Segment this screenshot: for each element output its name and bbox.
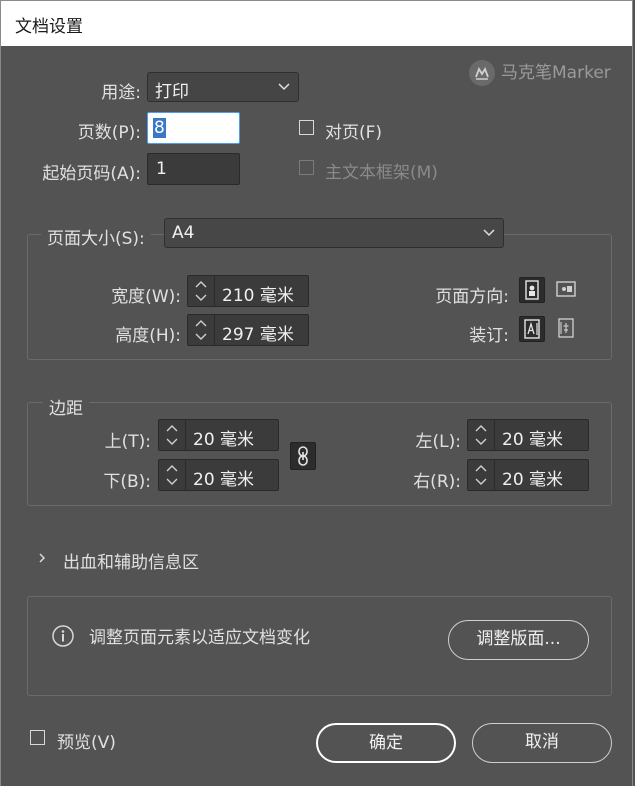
margin-top-label: 上(T):	[104, 432, 151, 452]
facing-pages-label: 对页(F)	[325, 123, 383, 143]
info-icon	[52, 625, 74, 647]
left-to-right-binding-icon	[524, 319, 540, 339]
margin-top-stepper[interactable]: 20 毫米	[158, 419, 279, 451]
height-stepper[interactable]: 297 毫米	[187, 314, 309, 346]
landscape-icon	[556, 281, 576, 297]
pages-input[interactable]: 8	[147, 112, 240, 144]
facing-pages-checkbox[interactable]	[299, 120, 314, 135]
start-page-input[interactable]: 1	[147, 153, 240, 185]
cancel-button[interactable]: 取消	[472, 723, 612, 763]
margin-right-value: 20 毫米	[502, 470, 564, 490]
binding-label: 装订:	[469, 326, 509, 346]
intent-label: 用途:	[101, 83, 141, 103]
margin-left-label: 左(L):	[415, 432, 461, 452]
margin-bottom-value: 20 毫米	[193, 470, 255, 490]
left-binding-button[interactable]	[519, 316, 545, 342]
link-margins-button[interactable]	[290, 442, 316, 470]
margins-legend: 边距	[43, 394, 89, 419]
watermark: 马克笔Marker	[469, 58, 611, 86]
stepper-arrows[interactable]	[159, 460, 186, 490]
orientation-label: 页面方向:	[435, 287, 509, 307]
preview-checkbox[interactable]	[30, 730, 45, 745]
margin-right-label: 右(R):	[413, 472, 461, 492]
width-label: 宽度(W):	[111, 287, 181, 307]
pages-value: 8	[153, 118, 166, 138]
portrait-orientation-button[interactable]	[519, 277, 545, 303]
bleed-slug-toggle[interactable]: 出血和辅助信息区	[35, 546, 245, 573]
margin-left-stepper[interactable]: 20 毫米	[467, 419, 589, 451]
start-page-value: 1	[156, 159, 167, 179]
width-value: 210 毫米	[222, 286, 294, 306]
intent-value: 打印	[155, 82, 189, 102]
ok-button[interactable]: 确定	[316, 723, 456, 763]
marker-logo-icon	[469, 60, 495, 86]
adjust-info-text: 调整页面元素以适应文档变化	[89, 628, 310, 648]
width-stepper[interactable]: 210 毫米	[187, 275, 309, 307]
margin-bottom-stepper[interactable]: 20 毫米	[158, 459, 279, 491]
title-bar[interactable]: 文档设置	[0, 0, 633, 46]
up-down-arrows-icon	[475, 465, 487, 485]
intent-select[interactable]: 打印	[147, 72, 299, 102]
stepper-arrows[interactable]	[188, 315, 215, 345]
page-size-label: 页面大小(S):	[41, 224, 151, 249]
right-to-left-binding-icon	[558, 318, 574, 338]
chain-link-icon	[298, 446, 308, 466]
stepper-arrows[interactable]	[468, 460, 495, 490]
margin-bottom-label: 下(B):	[103, 472, 151, 492]
height-label: 高度(H):	[115, 326, 181, 346]
chevron-right-icon	[39, 553, 46, 563]
up-down-arrows-icon	[475, 425, 487, 445]
window-title: 文档设置	[15, 17, 83, 37]
margin-left-value: 20 毫米	[502, 430, 564, 450]
up-down-arrows-icon	[195, 281, 207, 301]
up-down-arrows-icon	[166, 465, 178, 485]
watermark-text: 马克笔Marker	[501, 63, 611, 83]
chevron-down-icon	[483, 229, 495, 237]
height-value: 297 毫米	[222, 325, 294, 345]
start-page-label: 起始页码(A):	[42, 164, 141, 184]
stepper-arrows[interactable]	[468, 420, 495, 450]
landscape-orientation-button[interactable]	[554, 277, 580, 303]
bleed-slug-label: 出血和辅助信息区	[63, 553, 199, 573]
primary-text-frame-checkbox[interactable]	[299, 160, 314, 175]
portrait-icon	[525, 280, 539, 300]
margin-right-stepper[interactable]: 20 毫米	[467, 459, 589, 491]
primary-text-frame-label: 主文本框架(M)	[325, 163, 438, 183]
preview-label: 预览(V)	[57, 733, 116, 753]
page-size-value: A4	[172, 223, 195, 243]
page-size-select[interactable]: A4	[164, 218, 504, 248]
chevron-down-icon	[278, 83, 290, 91]
right-binding-button[interactable]	[554, 316, 580, 342]
stepper-arrows[interactable]	[159, 420, 186, 450]
up-down-arrows-icon	[166, 425, 178, 445]
margin-top-value: 20 毫米	[193, 430, 255, 450]
up-down-arrows-icon	[195, 320, 207, 340]
adjust-layout-button[interactable]: 调整版面...	[448, 620, 589, 660]
pages-label: 页数(P):	[77, 123, 141, 143]
document-setup-dialog: 马克笔Marker 用途: 打印 页数(P): 8 对页(F) 起始页码(A):…	[0, 46, 633, 786]
stepper-arrows[interactable]	[188, 276, 215, 306]
